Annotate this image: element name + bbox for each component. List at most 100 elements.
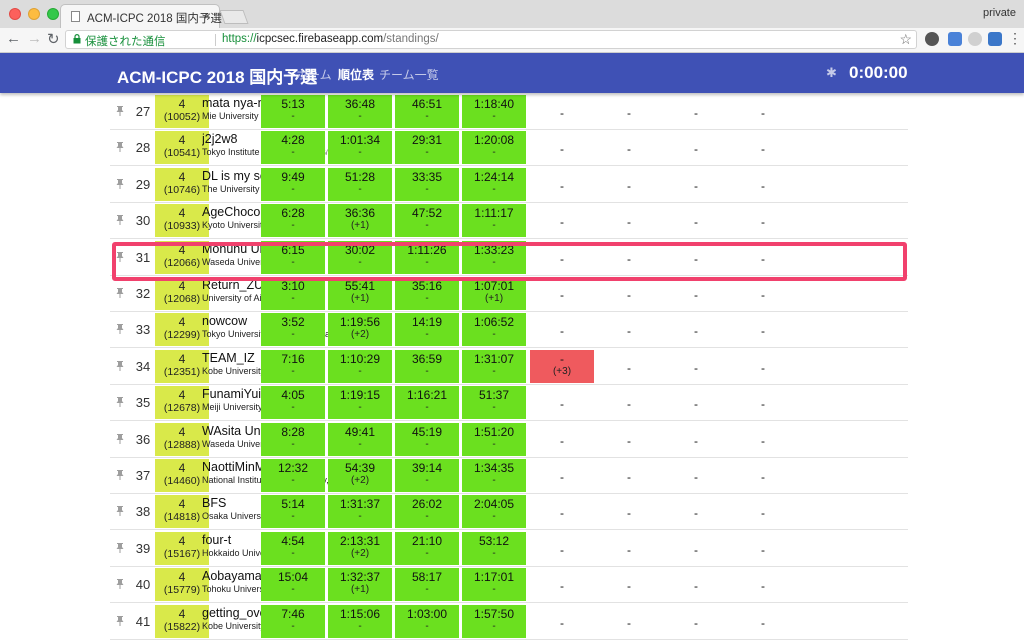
- pin-icon[interactable]: [116, 324, 124, 335]
- problem-cell: -: [664, 131, 728, 164]
- pin-icon[interactable]: [116, 433, 124, 444]
- solve-time: -: [694, 470, 698, 484]
- solved-count: 4: [178, 315, 186, 330]
- address-bar[interactable]: 保護された通信 https://icpcsec.firebaseapp.com/…: [65, 30, 917, 49]
- solve-time: -: [560, 178, 564, 193]
- solve-time: 8:28: [281, 424, 305, 439]
- table-row[interactable]: 40 4 (15779) Aobayama_dropout Tohoku Univers…: [110, 567, 908, 604]
- window-minimize-button[interactable]: [28, 8, 40, 20]
- solve-time: -: [627, 178, 631, 193]
- problem-cell: -: [731, 532, 795, 565]
- pin-icon[interactable]: [116, 106, 124, 116]
- menu-icon[interactable]: ⋮: [1008, 30, 1022, 47]
- pin-icon[interactable]: [116, 360, 124, 371]
- solve-time: 3:52: [281, 315, 305, 330]
- solved-count: 4: [178, 97, 186, 111]
- pin-icon[interactable]: [116, 142, 124, 153]
- problem-cell: -: [597, 95, 661, 128]
- table-row[interactable]: 36 4 (12888) WAsita University Waseda Univer…: [110, 422, 908, 458]
- pin-icon[interactable]: [116, 579, 124, 590]
- problem-cell: -: [731, 459, 795, 492]
- pin-icon[interactable]: [116, 615, 124, 626]
- table-row[interactable]: 344(12351)TEAM_IZKobe University [1/4]7:…: [110, 349, 908, 385]
- reload-icon[interactable]: ↻: [47, 30, 60, 48]
- nav-standings[interactable]: 順位表: [338, 66, 374, 83]
- pin-icon[interactable]: [116, 288, 124, 298]
- attempts: -: [291, 111, 295, 122]
- attempts: (+1): [350, 584, 370, 596]
- solve-time: -: [560, 542, 564, 557]
- problem-cell: -: [664, 204, 728, 237]
- table-row[interactable]: 354(12678)FunamiYuiMeiji University [1/8…: [110, 385, 908, 422]
- nav-home[interactable]: ホーム: [296, 66, 332, 83]
- problem-cell: -: [731, 313, 795, 346]
- rank: 40: [135, 577, 151, 593]
- window-close-button[interactable]: [9, 8, 21, 20]
- penalty: (14818): [163, 511, 201, 524]
- table-row[interactable]: 28 4 (10541) j2j2w8 Tokyo Institute of Techn…: [110, 130, 908, 167]
- window-maximize-button[interactable]: [47, 8, 59, 20]
- pin-icon[interactable]: [116, 397, 124, 408]
- table-row[interactable]: 334(12299)nowcowTokyo University of Agri…: [110, 312, 908, 349]
- solve-time: 21:10: [411, 533, 443, 548]
- extension-icon[interactable]: [948, 32, 962, 46]
- problem-cell: 3:52-: [261, 313, 325, 347]
- table-row[interactable]: 41 4 (15822) getting_over_32 Kobe University…: [110, 604, 908, 640]
- problem-cell: 1:11:17-: [462, 204, 526, 238]
- table-row[interactable]: 29 4 (10746) DL is my solution The Universit…: [110, 167, 908, 203]
- table-row[interactable]: 274(10052)mata nya-nMie University [1/7]…: [110, 94, 908, 130]
- pin-icon[interactable]: [116, 470, 124, 480]
- back-icon[interactable]: ←: [6, 30, 21, 47]
- problem-cell: -: [664, 168, 728, 201]
- problem-cell: 1:31:37-: [328, 495, 392, 529]
- table-row[interactable]: 384(14818)BFSOsaka University [1/2]5:14-…: [110, 494, 908, 531]
- pin-icon[interactable]: [116, 178, 124, 189]
- tab-close-icon[interactable]: ×: [204, 9, 211, 23]
- solve-time: -: [761, 106, 765, 120]
- table-row[interactable]: 394(15167)four-tHokkaido University [1/4…: [110, 531, 908, 567]
- extension-icon[interactable]: [925, 32, 939, 46]
- solve-time: 2:04:05: [473, 497, 515, 512]
- solve-time: 53:12: [478, 533, 510, 548]
- table-row[interactable]: 37 4 (14460) NaottiMinMax National Institute…: [110, 458, 908, 494]
- problem-cell: 1:19:56 (+2): [328, 313, 392, 347]
- pin-icon[interactable]: [116, 215, 124, 226]
- attempts: (+1): [350, 293, 370, 304]
- solve-time: -: [627, 360, 631, 375]
- nav-teams[interactable]: チーム一覧: [379, 66, 439, 83]
- url-text[interactable]: https://icpcsec.firebaseapp.com/standing…: [222, 33, 439, 45]
- pin-icon[interactable]: [116, 506, 124, 517]
- solve-time: 14:19: [411, 315, 443, 330]
- forward-icon[interactable]: →: [27, 30, 42, 47]
- app-title[interactable]: ACM-ICPC 2018 国内予選: [117, 63, 317, 88]
- solve-time: 26:02: [411, 497, 443, 512]
- problem-cell: 1:07:01 (+1): [462, 277, 526, 310]
- browser-tab-bar: ACM-ICPC 2018 国内予選 × private: [0, 0, 1024, 29]
- problem-cell: 4:54-: [261, 531, 325, 565]
- problem-cell: -: [731, 386, 795, 419]
- penalty: (14460): [163, 475, 201, 487]
- penalty: (10541): [163, 147, 201, 160]
- solve-time: -: [560, 579, 564, 594]
- new-tab-button[interactable]: [219, 10, 249, 24]
- table-row[interactable]: 30 4 (10933) AgeChocoMochi Kyoto University …: [110, 203, 908, 240]
- table-row[interactable]: 32 4 (12068) Return_ZUKKY University of Aizu…: [110, 276, 908, 312]
- problem-cell: 1:32:37 (+1): [328, 568, 392, 602]
- solve-time: 1:19:15: [339, 388, 381, 403]
- browser-tab[interactable]: ACM-ICPC 2018 国内予選 ×: [60, 4, 222, 28]
- problem-cell: 46:51-: [395, 95, 459, 128]
- gear-icon[interactable]: ✱: [826, 65, 837, 81]
- pin-icon[interactable]: [116, 542, 124, 553]
- problem-cell: - (+3): [530, 349, 594, 383]
- solve-time: 1:06:52: [473, 315, 515, 330]
- attempts: -: [492, 475, 496, 486]
- attempts: (+2): [350, 329, 370, 341]
- extension-icon[interactable]: [988, 32, 1002, 46]
- solve-time: 49:41: [344, 424, 376, 439]
- profile-label[interactable]: private: [983, 7, 1016, 19]
- score-cell: 4 (12888): [155, 422, 209, 456]
- extension-icon[interactable]: [968, 32, 982, 46]
- bookmark-star-icon[interactable]: ☆: [899, 31, 912, 48]
- penalty: (12299): [163, 329, 201, 342]
- problem-cell: -: [731, 605, 795, 638]
